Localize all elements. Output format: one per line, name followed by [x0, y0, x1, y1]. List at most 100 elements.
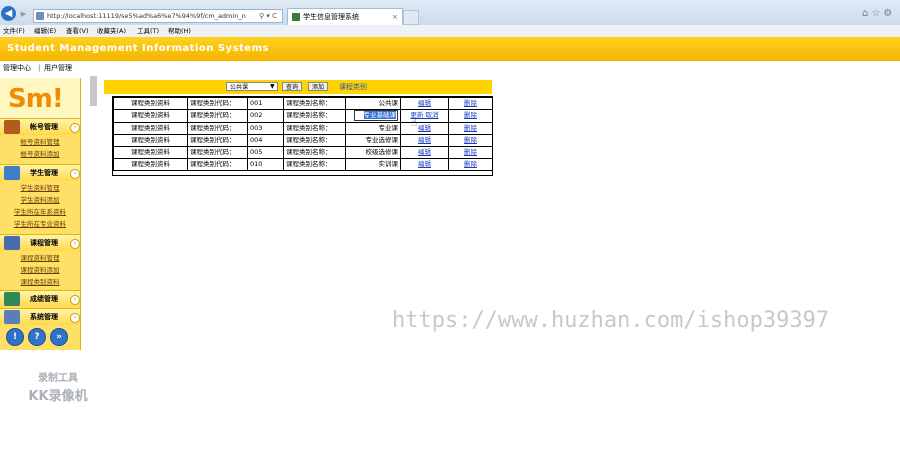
sidebar-link-student-major[interactable]: 学生所在专业资料 — [0, 218, 80, 230]
logo-area: Sm! — [0, 78, 80, 118]
table-row: 课程类别资料 课程类别代码： 004 课程类别名称： 专业选修课 编辑 删除 — [113, 133, 493, 147]
chevron-down-icon[interactable]: ▼ — [270, 83, 276, 90]
new-tab-button[interactable] — [403, 10, 419, 25]
grades-globe-icon — [4, 292, 20, 306]
category-name-input[interactable]: 专业基础课 — [354, 110, 398, 121]
code-label: 课程类别代码： — [187, 157, 248, 171]
expand-icon[interactable]: › — [70, 239, 80, 249]
sidebar-link-course-category[interactable]: 课程类别资料 — [0, 276, 80, 288]
menu-view[interactable]: 查看(V) — [66, 26, 89, 36]
sidebar-link-student-add[interactable]: 学生资料添加 — [0, 194, 80, 206]
category-name: 实训课 — [345, 157, 401, 171]
edit-link[interactable]: 编辑 — [400, 157, 449, 171]
row-type-label: 课程类别资料 — [113, 121, 188, 135]
help-icon[interactable]: ? — [28, 328, 46, 346]
sidebar-section-system[interactable]: 系统管理 › — [0, 308, 80, 325]
section-title-student: 学生管理 — [30, 169, 58, 177]
account-folder-icon — [4, 120, 20, 134]
category-code: 001 — [247, 97, 284, 110]
category-name: 公共课 — [345, 97, 401, 110]
name-label: 课程类别名称： — [283, 109, 346, 123]
table-row: 课程类别资料 课程类别代码： 010 课程类别名称： 实训课 编辑 删除 — [113, 157, 493, 171]
address-controls[interactable]: ⚲ ▾ C — [259, 10, 281, 22]
sidebar-section-account[interactable]: 帐号管理 › — [0, 118, 80, 135]
table-row: 课程类别资料 课程类别代码： 001 课程类别名称： 公共课 编辑 删除 — [113, 97, 493, 110]
table-row: 课程类别资料 课程类别代码： 005 课程类别名称： 校级选修课 编辑 删除 — [113, 145, 493, 159]
breadcrumb: 管理中心 | 用户管理 — [0, 61, 900, 75]
mouse-cursor-icon: ☝ — [411, 118, 418, 129]
next-icon[interactable]: » — [50, 328, 68, 346]
browser-right-icons[interactable]: ⌂☆⚙ — [862, 8, 898, 20]
query-button[interactable]: 查询 — [282, 82, 302, 91]
course-category-table: 课程类别资料 课程类别代码： 001 课程类别名称： 公共课 编辑 删除 课程类别资料 课程类别… — [113, 97, 493, 171]
delete-link[interactable]: 删除 — [448, 157, 493, 171]
breadcrumb-user-management[interactable]: 用户管理 — [44, 63, 78, 73]
expand-icon[interactable]: › — [70, 123, 80, 133]
menu-help[interactable]: 帮助(H) — [168, 26, 191, 36]
add-button[interactable]: 添加 — [308, 82, 328, 91]
menu-edit[interactable]: 编辑(E) — [34, 26, 56, 36]
name-label: 课程类别名称： — [283, 157, 346, 171]
app-title: Student Management Information Systems — [7, 43, 269, 54]
category-name: 专业选修课 — [345, 133, 401, 147]
student-icon — [4, 166, 20, 180]
tab-title: 学生信息管理系统 — [303, 13, 359, 21]
expand-icon[interactable]: › — [70, 169, 80, 179]
forward-arrow-icon[interactable]: ▶ — [18, 9, 29, 20]
sidebar-link-account-add[interactable]: 帐号资料添加 — [0, 148, 80, 160]
edit-link[interactable]: 编辑 — [400, 97, 449, 110]
sidebar-link-course-add[interactable]: 课程资料添加 — [0, 264, 80, 276]
delete-link[interactable]: 删除 — [448, 121, 493, 135]
expand-icon[interactable]: › — [70, 313, 80, 323]
delete-link[interactable]: 删除 — [448, 145, 493, 159]
app-header: Student Management Information Systems — [0, 37, 900, 61]
expand-icon[interactable]: › — [70, 295, 80, 305]
category-name-cell: 专业基础课 — [345, 109, 401, 123]
code-label: 课程类别代码： — [187, 97, 248, 110]
info-icon[interactable]: ! — [6, 328, 24, 346]
sidebar-section-student[interactable]: 学生管理 › — [0, 164, 80, 181]
recorder-watermark-line1: 录制工具 — [38, 373, 78, 384]
address-bar[interactable]: http://localhost:11119/se5%ad%a6%e7%94%9… — [33, 9, 283, 23]
menu-favorites[interactable]: 收藏夹(A) — [97, 26, 126, 36]
address-text[interactable]: http://localhost:11119/se5%ad%a6%e7%94%9… — [47, 11, 257, 21]
table-row: 课程类别资料 课程类别代码： 002 课程类别名称： 专业基础课 更新 取消 删除 — [113, 109, 493, 123]
row-type-label: 课程类别资料 — [113, 133, 188, 147]
code-label: 课程类别代码： — [187, 121, 248, 135]
delete-link[interactable]: 删除 — [448, 109, 493, 123]
delete-link[interactable]: 删除 — [448, 97, 493, 110]
tab-close-icon[interactable]: × — [392, 11, 400, 23]
back-arrow-icon[interactable]: ◀ — [1, 6, 16, 21]
section-title-system: 系统管理 — [30, 313, 58, 321]
sidebar-splitter[interactable] — [90, 76, 97, 106]
category-code: 010 — [247, 157, 284, 171]
sidebar-link-account-manage[interactable]: 帐号资料管理 — [0, 136, 80, 148]
delete-link[interactable]: 删除 — [448, 133, 493, 147]
menu-file[interactable]: 文件(F) — [3, 26, 25, 36]
edit-link[interactable]: 编辑 — [400, 145, 449, 159]
sidebar-section-grades[interactable]: 成绩管理 › — [0, 290, 80, 307]
code-label: 课程类别代码： — [187, 133, 248, 147]
sidebar-link-course-manage[interactable]: 课程资料管理 — [0, 252, 80, 264]
tab-favicon-icon — [292, 13, 300, 21]
cancel-link[interactable]: 取消 — [426, 111, 439, 119]
category-code: 005 — [247, 145, 284, 159]
name-label: 课程类别名称： — [283, 97, 346, 110]
code-label: 课程类别代码： — [187, 109, 248, 123]
sidebar-link-student-manage[interactable]: 学生资料管理 — [0, 182, 80, 194]
browser-tab[interactable]: 学生信息管理系统 × — [287, 8, 403, 25]
edit-link[interactable]: 编辑 — [400, 133, 449, 147]
category-code: 004 — [247, 133, 284, 147]
sm-logo: Sm! — [8, 84, 64, 114]
category-code: 002 — [247, 109, 284, 123]
name-label: 课程类别名称： — [283, 145, 346, 159]
sidebar-link-student-dept[interactable]: 学生所在年系资料 — [0, 206, 80, 218]
breadcrumb-admin-center[interactable]: 管理中心 — [3, 63, 37, 73]
breadcrumb-separator: | — [38, 64, 41, 72]
menu-tools[interactable]: 工具(T) — [137, 26, 159, 36]
row-type-label: 课程类别资料 — [113, 145, 188, 159]
edit-link[interactable]: 编辑 — [400, 121, 449, 135]
name-label: 课程类别名称： — [283, 121, 346, 135]
system-computer-icon — [4, 310, 20, 324]
sidebar-section-course[interactable]: 课程管理 › — [0, 234, 80, 251]
